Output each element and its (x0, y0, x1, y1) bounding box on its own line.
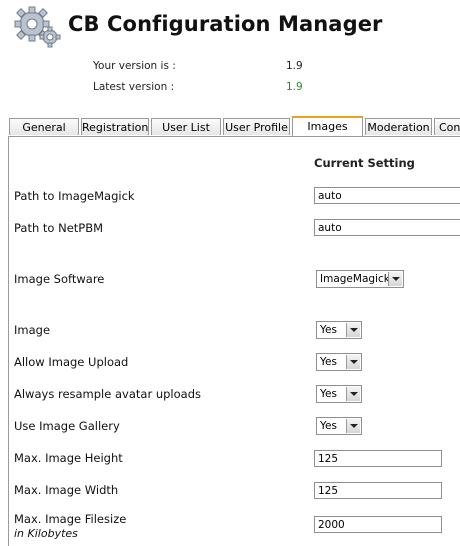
image-software-label: Image Software (14, 272, 105, 286)
your-version-label: Your version is : (93, 60, 176, 72)
resample-select[interactable]: Yes (316, 385, 362, 403)
allow-upload-label: Allow Image Upload (14, 355, 129, 369)
imagemagick-path-label: Path to ImageMagick (14, 189, 135, 203)
tab-bar: General Registration User List User Prof… (0, 116, 460, 137)
max-filesize-unit: in Kilobytes (14, 527, 78, 540)
allow-upload-value: Yes (320, 356, 337, 368)
netpbm-path-input[interactable]: auto (314, 219, 460, 236)
image-software-select[interactable]: ImageMagick (316, 270, 404, 288)
allow-upload-select[interactable]: Yes (316, 353, 362, 371)
max-height-input[interactable]: 125 (314, 450, 442, 467)
tab-user-list[interactable]: User List (151, 118, 221, 135)
image-software-value: ImageMagick (320, 273, 390, 285)
chevron-down-icon (346, 355, 360, 369)
tab-user-profile[interactable]: User Profile (223, 118, 290, 135)
max-filesize-label: Max. Image Filesize (14, 512, 127, 526)
image-label: Image (14, 323, 51, 337)
imagemagick-path-input[interactable]: auto (314, 187, 460, 204)
chevron-down-icon (388, 272, 402, 286)
current-setting-header: Current Setting (314, 156, 415, 170)
gallery-select[interactable]: Yes (316, 417, 362, 435)
gallery-label: Use Image Gallery (14, 419, 120, 433)
max-width-label: Max. Image Width (14, 483, 119, 497)
gallery-value: Yes (320, 420, 337, 432)
tab-images[interactable]: Images (292, 116, 363, 137)
chevron-down-icon (346, 387, 360, 401)
gears-icon (14, 6, 61, 48)
tab-general[interactable]: General (9, 118, 79, 135)
latest-version-label: Latest version : (93, 81, 175, 93)
image-select[interactable]: Yes (316, 321, 362, 339)
tab-connections[interactable]: Connections (434, 118, 460, 135)
image-value: Yes (320, 324, 337, 336)
tab-registration[interactable]: Registration (81, 118, 149, 135)
page-title: CB Configuration Manager (68, 12, 383, 36)
latest-version-value: 1.9 (286, 81, 303, 93)
chevron-down-icon (346, 419, 360, 433)
tab-moderation[interactable]: Moderation (365, 118, 432, 135)
chevron-down-icon (346, 323, 360, 337)
your-version-value: 1.9 (286, 60, 303, 72)
netpbm-path-label: Path to NetPBM (14, 221, 104, 235)
page-header: CB Configuration Manager (0, 0, 460, 52)
max-filesize-input[interactable]: 2000 (314, 516, 442, 533)
max-height-label: Max. Image Height (14, 451, 123, 465)
resample-value: Yes (320, 388, 337, 400)
resample-label: Always resample avatar uploads (14, 387, 201, 401)
max-width-input[interactable]: 125 (314, 482, 442, 499)
